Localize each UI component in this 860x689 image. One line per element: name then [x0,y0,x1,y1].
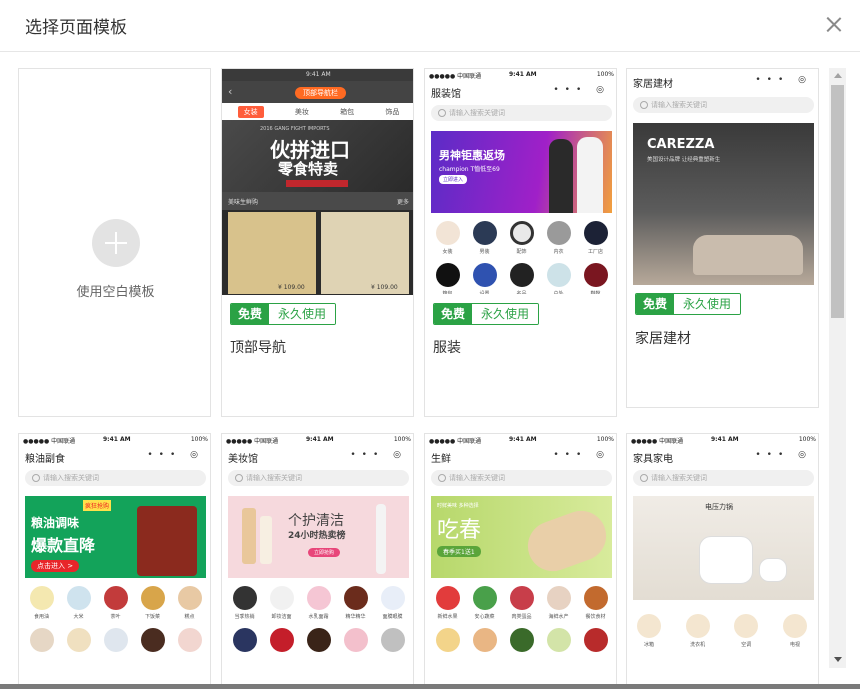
banner: 时鲜美味 多种选择 吃春 春季买1送1 [431,496,612,578]
template-dialog: 选择页面模板 使用空白模板 9:41 AM ‹ 顶部导航栏 女装 美妆 箱包 饰… [0,0,860,684]
template-name: 服装 [433,340,461,356]
category-icons: 新鲜水果 安心蔬菜 肉类蛋品 海鲜水产 餐饮食材 [429,586,614,652]
status-bar: ●●●●● 中国联通 9:41 AM 100% [425,69,616,81]
search-input: 请输入搜索关键词 [633,470,814,486]
template-card-home-building[interactable]: 家居建材 ••• ◎ 请输入搜索关键词 CAREZZA 美国设计品牌 让经典重塑… [626,68,819,408]
status-bar: ●●●●● 中国联通 9:41 AM 100% [425,434,616,446]
search-input: 请输入搜索关键词 [431,105,612,121]
template-card-top-nav[interactable]: 9:41 AM ‹ 顶部导航栏 女装 美妆 箱包 饰品 2016 GANG FI… [221,68,414,417]
app-title: 家居建材 [633,79,673,90]
blank-template-label: 使用空白模板 [76,285,155,300]
template-name: 家居建材 [635,331,691,347]
template-card-clothing[interactable]: ●●●●● 中国联通 9:41 AM 100% 服装馆 ••• ◎ 请输入搜索关键词… [424,68,617,417]
capsule-icon: ••• ◎ [553,85,610,95]
app-title: 美妆馆 [228,454,258,465]
nav-bar: ‹ 顶部导航栏 [222,81,413,103]
banner: 男神钜惠返场 champion T恤低至69 立即进入 [431,131,612,213]
scroll-up-icon[interactable] [834,73,842,78]
capsule-icon: ••• ◎ [147,450,204,460]
tab-strip: 女装 美妆 箱包 饰品 [222,103,413,120]
template-preview: ●●●●● 中国联通 9:41 AM 100% 生鲜 ••• ◎ 请输入搜索关键词 … [425,434,616,684]
capsule-icon: ••• ◎ [755,75,812,85]
dialog-title: 选择页面模板 [25,18,127,38]
template-grid: 使用空白模板 9:41 AM ‹ 顶部导航栏 女装 美妆 箱包 饰品 2016 … [0,52,860,684]
close-icon[interactable] [824,15,844,35]
search-input: 请输入搜索关键词 [431,470,612,486]
capsule-icon: ••• ◎ [755,450,812,460]
template-preview: ●●●●● 中国联通 9:41 AM 100% 美妆馆 ••• ◎ 请输入搜索关键词… [222,434,413,684]
banner: 2016 GANG FIGHT IMPORTS 伙拼进口 零食特卖 [222,120,413,192]
free-badge: 免费 永久使用 [635,293,742,315]
product-image: ¥ 109.00 [321,212,409,294]
template-preview: 家居建材 ••• ◎ 请输入搜索关键词 CAREZZA 美国设计品牌 让经典重塑… [627,69,818,289]
blank-template-card[interactable]: 使用空白模板 [18,68,211,417]
app-title: 粮油副食 [25,454,65,465]
free-badge: 免费 永久使用 [230,303,337,325]
template-card-appliance[interactable]: ●●●●● 中国联通 9:41 AM 100% 家具家电 ••• ◎ 请输入搜索关键… [626,433,819,684]
template-card-fresh[interactable]: ●●●●● 中国联通 9:41 AM 100% 生鲜 ••• ◎ 请输入搜索关键词 … [424,433,617,684]
search-input: 请输入搜索关键词 [228,470,409,486]
category-icons: 冰箱 洗衣机 空调 电视 [637,614,807,648]
app-title: 服装馆 [431,89,461,100]
search-input: 请输入搜索关键词 [633,97,814,113]
section-header: 美味生鲜购 更多 [222,192,413,210]
product-image: ¥ 109.00 [228,212,316,294]
template-preview: ●●●●● 中国联通 9:41 AM 100% 服装馆 ••• ◎ 请输入搜索关键词… [425,69,616,294]
template-preview: ●●●●● 中国联通 9:41 AM 100% 家具家电 ••• ◎ 请输入搜索关键… [627,434,818,684]
capsule-icon: ••• ◎ [553,450,610,460]
scrollbar-thumb[interactable] [831,85,844,318]
banner: 电压力锅 [633,496,814,600]
app-title: 家具家电 [633,454,673,465]
template-name: 顶部导航 [230,340,286,356]
category-icons: 食用油 大米 茶叶 下饭菜 糕点 [23,586,208,652]
category-icons: 女装 男装 配饰 内衣 工厂店 箱包 设置 名品 户外 鞋靴 [429,221,614,294]
plus-icon [92,219,140,267]
status-bar: ●●●●● 中国联通 9:41 AM 100% [627,434,818,446]
app-title: 生鲜 [431,454,451,465]
banner: 粮油调味 爆款直降 疯狂抢购 点击进入 > [25,496,206,578]
template-card-grain-oil[interactable]: ●●●●● 中国联通 9:41 AM 100% 粮油副食 ••• ◎ 请输入搜索关键… [18,433,211,684]
status-bar: 9:41 AM [222,69,413,81]
status-bar: ●●●●● 中国联通 9:41 AM 100% [19,434,210,446]
free-badge: 免费 永久使用 [433,303,540,325]
template-card-beauty[interactable]: ●●●●● 中国联通 9:41 AM 100% 美妆馆 ••• ◎ 请输入搜索关键词… [221,433,414,684]
scrollbar[interactable] [829,68,846,668]
template-preview: ●●●●● 中国联通 9:41 AM 100% 粮油副食 ••• ◎ 请输入搜索关键… [19,434,210,684]
template-preview: 9:41 AM ‹ 顶部导航栏 女装 美妆 箱包 饰品 2016 GANG FI… [222,69,413,295]
scroll-down-icon[interactable] [834,657,842,662]
capsule-icon: ••• ◎ [350,450,407,460]
status-bar: ●●●●● 中国联通 9:41 AM 100% [222,434,413,446]
back-icon: ‹ [228,85,233,98]
category-icons: 当季热销 卸妆洁面 水乳面霜 精华精华 面膜眼膜 [226,586,411,652]
dialog-header: 选择页面模板 [0,0,860,52]
top-nav-tag: 顶部导航栏 [295,87,346,99]
banner: 个护清洁 24小时热卖榜 立即抢购 [228,496,409,578]
search-input: 请输入搜索关键词 [25,470,206,486]
banner: CAREZZA 美国设计品牌 让经典重塑新生 [633,123,814,285]
